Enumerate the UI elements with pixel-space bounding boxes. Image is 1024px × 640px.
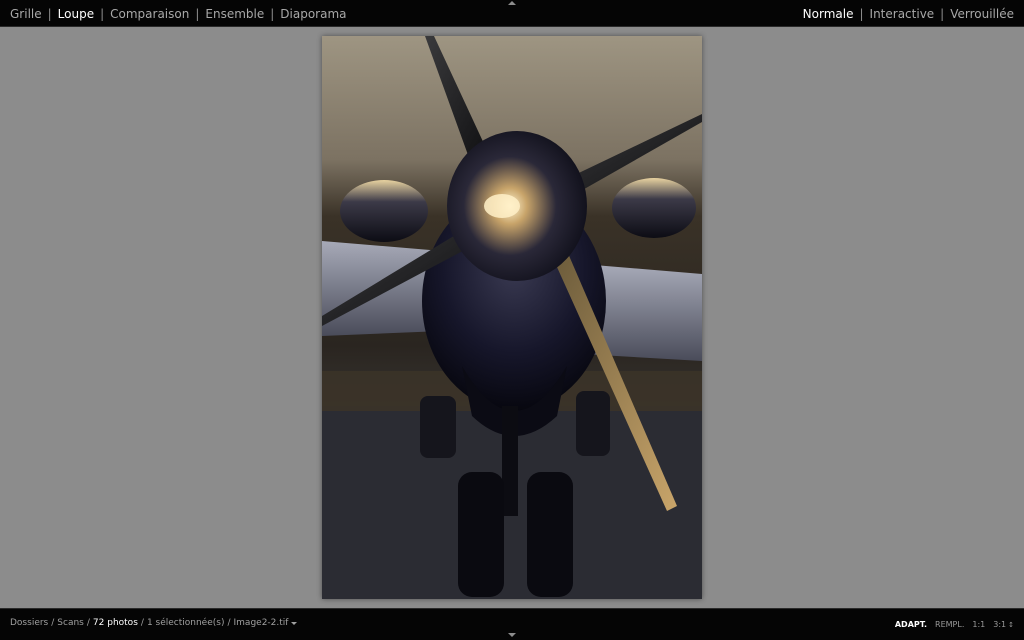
separator: |: [195, 7, 200, 21]
view-mode-switcher: Grille | Loupe | Comparaison | Ensemble …: [10, 7, 347, 21]
aircraft-photo-image: [322, 36, 702, 599]
separator: |: [859, 7, 864, 21]
zoom-3to1-button[interactable]: 3:1: [993, 620, 1006, 629]
chevron-down-icon[interactable]: [291, 621, 298, 625]
breadcrumb-separator: /: [140, 618, 144, 628]
separator: |: [100, 7, 105, 21]
zoom-fit-button[interactable]: ADAPT.: [895, 620, 927, 629]
photo-count: 72 photos: [92, 618, 138, 628]
display-mode-switcher: Normale | Interactive | Verrouillée: [803, 7, 1014, 21]
view-verrouillee[interactable]: Verrouillée: [950, 7, 1014, 21]
breadcrumb: Dossiers / Scans / 72 photos / 1 sélecti…: [10, 618, 298, 628]
separator: |: [270, 7, 275, 21]
mode-loupe[interactable]: Loupe: [58, 7, 94, 21]
breadcrumb-folder[interactable]: Scans: [57, 618, 84, 628]
breadcrumb-separator: /: [86, 618, 90, 628]
breadcrumb-folders[interactable]: Dossiers: [10, 618, 48, 628]
updown-arrows-icon[interactable]: ↕: [1008, 621, 1014, 629]
bottom-panel: Dossiers / Scans / 72 photos / 1 sélecti…: [0, 608, 1024, 640]
collapse-top-panel-icon[interactable]: [508, 1, 516, 5]
zoom-controls: ADAPT. REMPL. 1:1 3:1 ↕: [895, 620, 1014, 629]
zoom-1to1-button[interactable]: 1:1: [972, 620, 985, 629]
collapse-bottom-panel-icon[interactable]: [508, 633, 516, 637]
top-panel: Grille | Loupe | Comparaison | Ensemble …: [0, 0, 1024, 27]
mode-diaporama[interactable]: Diaporama: [280, 7, 346, 21]
breadcrumb-separator: /: [51, 618, 55, 628]
loupe-window: Grille | Loupe | Comparaison | Ensemble …: [0, 0, 1024, 640]
selection-count: 1 sélectionnée(s): [146, 618, 225, 628]
view-normale[interactable]: Normale: [803, 7, 854, 21]
mode-ensemble[interactable]: Ensemble: [205, 7, 264, 21]
separator: |: [47, 7, 52, 21]
separator: |: [940, 7, 945, 21]
view-interactive[interactable]: Interactive: [870, 7, 935, 21]
breadcrumb-separator: /: [227, 618, 231, 628]
mode-comparaison[interactable]: Comparaison: [110, 7, 189, 21]
main-photo[interactable]: [322, 36, 702, 599]
mode-grille[interactable]: Grille: [10, 7, 42, 21]
zoom-fill-button[interactable]: REMPL.: [935, 620, 964, 629]
file-name[interactable]: Image2-2.tif: [234, 618, 289, 628]
